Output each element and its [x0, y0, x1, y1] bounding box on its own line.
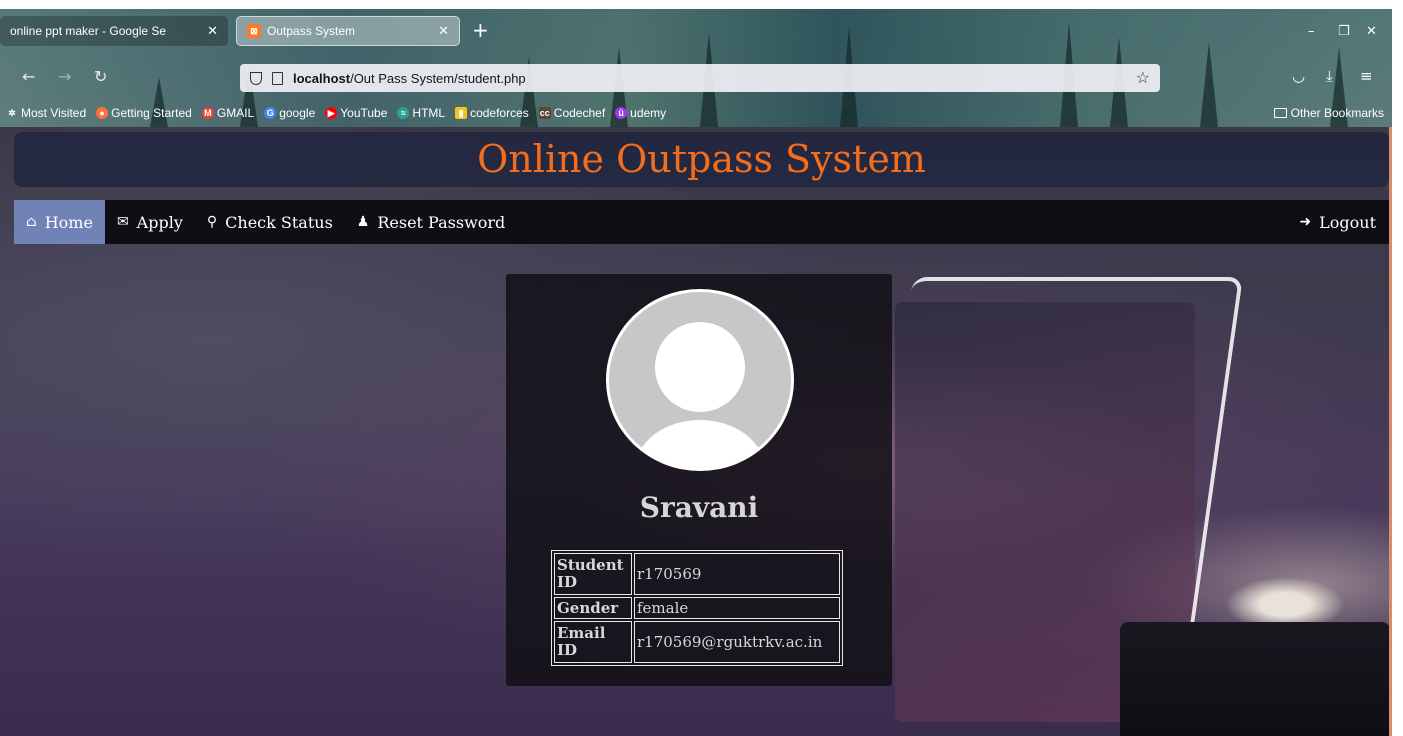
search-icon: ⚲: [206, 214, 218, 230]
bookmarks-toolbar: ✲ Most Visited ● Getting Started M GMAIL Ggoog…: [0, 101, 1392, 125]
page-info-icon[interactable]: [272, 71, 283, 85]
tab-title: Outpass System: [267, 24, 356, 38]
avatar: [606, 289, 794, 471]
profile-card: Sravani Student ID r170569 Gender female…: [506, 274, 892, 686]
bookmark-label: codeforces: [470, 106, 529, 120]
minimize-icon[interactable]: –: [1308, 24, 1315, 39]
nav-check-status[interactable]: ⚲ Check Status: [195, 200, 345, 244]
window-close-icon[interactable]: ✕: [1366, 24, 1377, 39]
nav-reset-password[interactable]: ♟ Reset Password: [345, 200, 518, 244]
site-header: Online Outpass System: [14, 132, 1389, 187]
bookmark-label: Getting Started: [111, 106, 192, 120]
codeforces-icon: ▮: [455, 107, 468, 119]
tab-google-search[interactable]: online ppt maker - Google Se ✕: [0, 16, 228, 46]
close-tab-icon[interactable]: ✕: [207, 23, 218, 39]
youtube-icon: ▶: [325, 107, 338, 119]
url-bar[interactable]: localhost /Out Pass System/student.php ☆: [240, 64, 1160, 92]
gmail-icon: M: [201, 107, 214, 119]
nav-reset-password-label: Reset Password: [377, 212, 506, 232]
nav-logout[interactable]: ➜ Logout: [1287, 200, 1389, 244]
bookmark-codeforces[interactable]: ▮ codeforces: [455, 106, 529, 120]
udemy-icon: ū: [615, 107, 628, 119]
table-row: Email ID r170569@rguktrkv.ac.in: [554, 621, 840, 663]
avatar-head: [655, 322, 745, 412]
avatar-shoulders: [635, 420, 765, 468]
gear-icon: ✲: [8, 108, 16, 118]
bookmark-youtube[interactable]: ▶ YouTube: [325, 106, 387, 120]
firefox-icon: ●: [96, 107, 109, 119]
browser-chrome: online ppt maker - Google Se ✕ ⊠ Outpass…: [0, 9, 1392, 127]
download-icon[interactable]: ⤓: [1326, 67, 1333, 85]
close-tab-icon[interactable]: ✕: [438, 23, 449, 39]
nav-apply[interactable]: ✉ Apply: [105, 200, 195, 244]
html-icon: ≈: [397, 107, 410, 119]
tab-title: online ppt maker - Google Se: [10, 24, 167, 38]
other-bookmarks-label: Other Bookmarks: [1290, 106, 1384, 120]
nav-apply-label: Apply: [136, 212, 183, 232]
field-value: female: [634, 597, 840, 619]
bookmark-label: GMAIL: [216, 106, 255, 120]
background-cup: [1120, 622, 1390, 736]
bookmark-google[interactable]: Ggoogle: [264, 106, 315, 120]
user-icon: ♟: [356, 214, 370, 230]
nav-home[interactable]: ⌂ Home: [14, 200, 105, 244]
bookmark-label: HTML: [412, 106, 446, 120]
menu-icon[interactable]: ≡: [1360, 67, 1373, 85]
bookmark-star-icon[interactable]: ☆: [1136, 68, 1150, 88]
nav-logout-label: Logout: [1319, 212, 1376, 232]
field-value: r170569: [634, 553, 840, 595]
bookmark-label: udemy: [630, 106, 667, 120]
bookmark-codechef[interactable]: cc Codechef: [538, 106, 606, 120]
student-name: Sravani: [639, 491, 759, 524]
bookmark-label: YouTube: [340, 106, 388, 120]
home-icon: ⌂: [26, 214, 37, 230]
nav-check-status-label: Check Status: [225, 212, 333, 232]
table-row: Gender female: [554, 597, 840, 619]
bookmark-udemy[interactable]: ū udemy: [615, 106, 666, 120]
url-path: /Out Pass System/student.php: [350, 70, 526, 86]
tracking-shield-icon[interactable]: [250, 71, 262, 85]
field-label: Gender: [554, 597, 632, 619]
bookmark-label: Codechef: [553, 106, 606, 120]
codechef-icon: cc: [538, 107, 551, 119]
new-tab-button[interactable]: +: [472, 20, 489, 40]
restore-icon[interactable]: ❐: [1338, 24, 1350, 39]
tab-outpass-system[interactable]: ⊠ Outpass System ✕: [236, 16, 460, 46]
folder-icon: [1273, 108, 1287, 118]
table-row: Student ID r170569: [554, 553, 840, 595]
other-bookmarks[interactable]: Other Bookmarks: [1273, 106, 1384, 120]
field-value: r170569@rguktrkv.ac.in: [634, 621, 840, 663]
nav-home-label: Home: [44, 212, 93, 232]
pocket-icon[interactable]: ◡: [1292, 67, 1305, 85]
forward-icon[interactable]: →: [58, 67, 71, 86]
bookmark-html[interactable]: ≈ HTML: [397, 106, 445, 120]
field-label: Email ID: [554, 621, 632, 663]
reload-icon[interactable]: ↻: [94, 67, 107, 86]
site-title: Online Outpass System: [477, 137, 926, 181]
bookmark-getting-started[interactable]: ● Getting Started: [96, 106, 192, 120]
page-content: Online Outpass System ⌂ Home ✉ Apply ⚲ C…: [0, 127, 1392, 736]
back-icon[interactable]: ←: [22, 67, 35, 86]
bookmark-label: google: [279, 106, 316, 120]
bookmark-most-visited[interactable]: ✲ Most Visited: [6, 106, 86, 120]
google-icon: G: [264, 107, 277, 119]
url-host: localhost: [293, 70, 351, 86]
window-margin: [1392, 0, 1403, 736]
bookmark-label: Most Visited: [21, 106, 87, 120]
student-info-table: Student ID r170569 Gender female Email I…: [551, 550, 843, 666]
main-nav: ⌂ Home ✉ Apply ⚲ Check Status ♟ Reset Pa…: [14, 200, 1389, 244]
sign-out-icon: ➜: [1299, 214, 1312, 230]
bookmark-gmail[interactable]: M GMAIL: [201, 106, 255, 120]
envelope-icon: ✉: [116, 214, 129, 230]
xampp-icon: ⊠: [247, 24, 261, 38]
field-label: Student ID: [554, 553, 632, 595]
